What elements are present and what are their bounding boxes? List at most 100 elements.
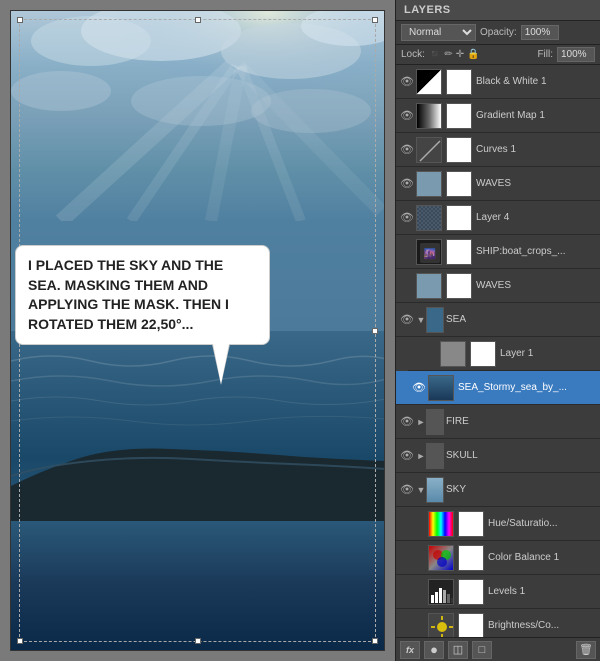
layer-item-fire-group[interactable]: 👁 ► FIRE — [396, 405, 600, 439]
visibility-bw1[interactable]: 👁 — [400, 75, 414, 89]
name-brightness1: Brightness/Co... — [488, 620, 596, 631]
thumb-curves1 — [416, 137, 442, 163]
blend-opacity-row: Normal Opacity: — [396, 21, 600, 45]
thumb-layer1 — [440, 341, 466, 367]
lock-all-icon[interactable]: 🔒 — [467, 49, 479, 60]
layer-item-sky-group[interactable]: 👁 ▼ SKY — [396, 473, 600, 507]
name-layer1: Layer 1 — [500, 348, 596, 359]
name-hue1: Hue/Saturatio... — [488, 518, 596, 529]
visibility-skull[interactable]: 👁 — [400, 449, 414, 463]
lock-paint-icon[interactable]: ✏ — [444, 49, 452, 60]
thumb-sea-group — [426, 307, 444, 333]
name-sky-group: SKY — [446, 484, 596, 495]
layer-item-sea-stormy[interactable]: 👁 SEA_Stormy_sea_by_... — [396, 371, 600, 405]
visibility-waves2[interactable]: 👁 — [400, 279, 414, 293]
layer-list[interactable]: 👁 Black & White 1 👁 Gradient Map 1 👁 Cur… — [396, 65, 600, 637]
expand-sky-icon[interactable]: ▼ — [416, 483, 426, 497]
visibility-colorbal1[interactable]: 👁 — [412, 551, 426, 565]
new-group-button[interactable]: ◫ — [448, 641, 468, 659]
name-skull-group: SKULL — [446, 450, 596, 461]
visibility-layer1[interactable]: 👁 — [424, 347, 438, 361]
name-sea-group: SEA — [446, 314, 596, 325]
layer-item-levels1[interactable]: 👁 Levels 1 — [396, 575, 600, 609]
visibility-fire[interactable]: 👁 — [400, 415, 414, 429]
visibility-hue1[interactable]: 👁 — [412, 517, 426, 531]
opacity-input[interactable] — [521, 25, 559, 40]
mask-hue1 — [458, 511, 484, 537]
name-waves1: WAVES — [476, 178, 596, 189]
thumb-sky-group — [426, 477, 444, 503]
layer-item-gradmap1[interactable]: 👁 Gradient Map 1 — [396, 99, 600, 133]
layer-item-waves1[interactable]: 👁 WAVES — [396, 167, 600, 201]
cloud-rays-svg — [11, 11, 385, 221]
visibility-sky[interactable]: 👁 — [400, 483, 414, 497]
mask-colorbal1 — [458, 545, 484, 571]
name-ship: SHIP:boat_crops_... — [476, 246, 596, 257]
visibility-curves1[interactable]: 👁 — [400, 143, 414, 157]
name-curves1: Curves 1 — [476, 144, 596, 155]
visibility-levels1[interactable]: 👁 — [412, 585, 426, 599]
mask-layer1 — [470, 341, 496, 367]
sea-layer — [11, 331, 384, 651]
name-fire-group: FIRE — [446, 416, 596, 427]
thumb-ship: 🌆 — [416, 239, 442, 265]
name-layer4: Layer 4 — [476, 212, 596, 223]
expand-sea-icon[interactable]: ▼ — [416, 313, 426, 327]
mask-levels1 — [458, 579, 484, 605]
layer-item-waves2[interactable]: 👁 WAVES — [396, 269, 600, 303]
name-sea-stormy: SEA_Stormy_sea_by_... — [458, 382, 596, 393]
expand-fire-icon[interactable]: ► — [416, 415, 426, 429]
lock-move-icon[interactable]: ✛ — [456, 49, 464, 60]
layer-item-ship[interactable]: 👁 🌆 SHIP:boat_crops_... — [396, 235, 600, 269]
thumb-waves1 — [416, 171, 442, 197]
layer-item-layer4[interactable]: 👁 Layer 4 — [396, 201, 600, 235]
name-gradmap1: Gradient Map 1 — [476, 110, 596, 121]
mask-gradmap1 — [446, 103, 472, 129]
lock-fill-row: Lock: ◾ ✏ ✛ 🔒 Fill: — [396, 45, 600, 65]
new-fill-button[interactable]: ● — [424, 641, 444, 659]
visibility-sea[interactable]: 👁 — [400, 313, 414, 327]
lock-transparent-icon[interactable]: ◾ — [429, 49, 441, 60]
name-levels1: Levels 1 — [488, 586, 596, 597]
svg-text:🌆: 🌆 — [424, 247, 436, 260]
thumb-skull-group — [426, 443, 444, 469]
layers-toolbar: fx ● ◫ □ 🗑 — [396, 637, 600, 661]
name-colorbal1: Color Balance 1 — [488, 552, 596, 563]
thumb-sea-stormy — [428, 375, 454, 401]
speech-bubble-text: I PLACED THE SKY AND THE SEA. MASKING TH… — [28, 257, 229, 332]
layer-item-bw1[interactable]: 👁 Black & White 1 — [396, 65, 600, 99]
layer-item-sea-group[interactable]: 👁 ▼ SEA — [396, 303, 600, 337]
canvas-area: I PLACED THE SKY AND THE SEA. MASKING TH… — [0, 0, 395, 661]
visibility-brightness1[interactable]: 👁 — [412, 619, 426, 633]
layer-item-colorbal1[interactable]: 👁 Color Balance 1 — [396, 541, 600, 575]
name-bw1: Black & White 1 — [476, 76, 596, 87]
fill-input[interactable] — [557, 47, 595, 62]
visibility-ship[interactable]: 👁 — [400, 245, 414, 259]
visibility-gradmap1[interactable]: 👁 — [400, 109, 414, 123]
fx-button[interactable]: fx — [400, 641, 420, 659]
layer-item-skull-group[interactable]: 👁 ► SKULL — [396, 439, 600, 473]
layer-item-hue1[interactable]: 👁 Hue/Saturatio... — [396, 507, 600, 541]
thumb-bw1 — [416, 69, 442, 95]
delete-layer-button[interactable]: 🗑 — [576, 641, 596, 659]
layer-item-curves1[interactable]: 👁 Curves 1 — [396, 133, 600, 167]
opacity-label: Opacity: — [480, 27, 517, 38]
thumb-gradmap1 — [416, 103, 442, 129]
new-layer-button[interactable]: □ — [472, 641, 492, 659]
expand-skull-icon[interactable]: ► — [416, 449, 426, 463]
visibility-waves1[interactable]: 👁 — [400, 177, 414, 191]
visibility-sea-stormy[interactable]: 👁 — [412, 381, 426, 395]
mask-bw1 — [446, 69, 472, 95]
layer-item-brightness1[interactable]: 👁 Brightness/Co... — [396, 609, 600, 637]
thumb-waves2 — [416, 273, 442, 299]
speech-bubble: I PLACED THE SKY AND THE SEA. MASKING TH… — [15, 245, 270, 345]
layer-item-layer1[interactable]: 👁 Layer 1 — [408, 337, 600, 371]
visibility-layer4[interactable]: 👁 — [400, 211, 414, 225]
thumb-brightness1 — [428, 613, 454, 638]
mask-waves1 — [446, 171, 472, 197]
name-waves2: WAVES — [476, 280, 596, 291]
layers-panel: LAYERS Normal Opacity: Lock: ◾ ✏ ✛ 🔒 Fil… — [395, 0, 600, 661]
thumb-levels1 — [428, 579, 454, 605]
blend-mode-select[interactable]: Normal — [401, 24, 476, 41]
thumb-layer4 — [416, 205, 442, 231]
